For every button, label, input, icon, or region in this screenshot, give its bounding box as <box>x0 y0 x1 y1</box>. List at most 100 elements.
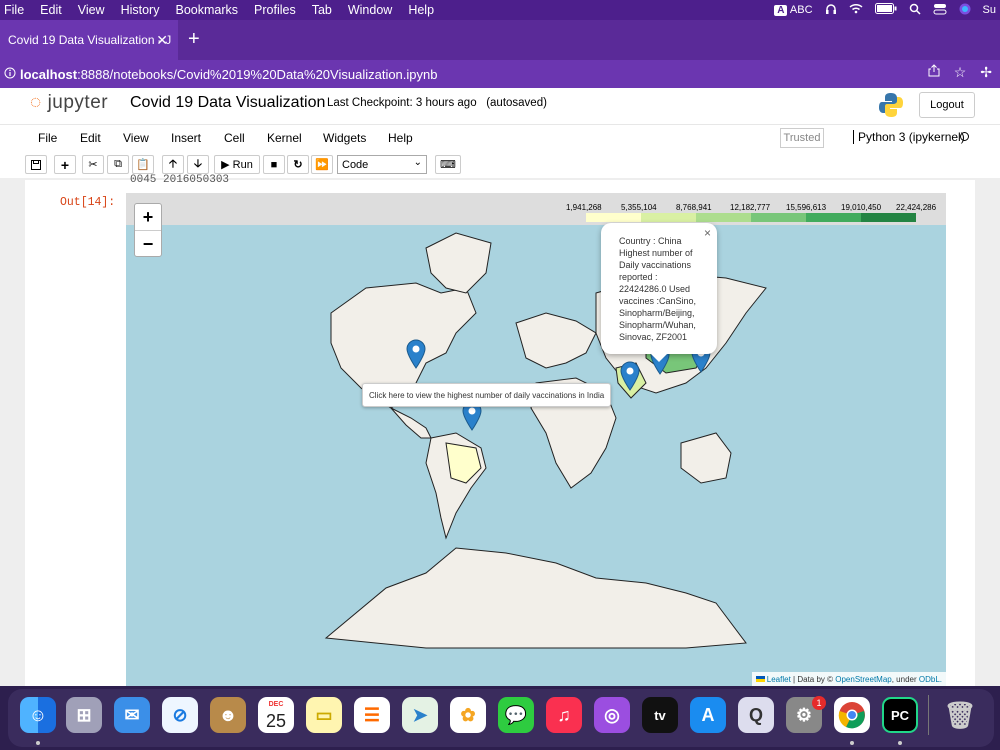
menu-history[interactable]: History <box>121 3 160 17</box>
pycharm-icon[interactable]: PC <box>882 697 918 733</box>
popup-line: vaccines :CanSino, <box>619 296 697 306</box>
paste-button[interactable]: 📋 <box>132 155 154 174</box>
popup-line: Sinopharm/Beijing, <box>619 308 695 318</box>
logout-button[interactable]: Logout <box>919 92 975 118</box>
jmenu-file[interactable]: File <box>38 131 57 145</box>
popup-line: Highest number of <box>619 248 693 258</box>
chevron-down-icon: ⌄ <box>413 157 422 168</box>
legend-swatch <box>861 213 916 222</box>
podcasts-icon[interactable]: ◎ <box>594 697 630 733</box>
stop-icon: ■ <box>270 158 278 171</box>
map-marker-usa[interactable] <box>406 339 426 369</box>
zoom-out-button[interactable]: − <box>135 230 161 257</box>
kernel-status-icon <box>960 132 969 141</box>
leaflet-link[interactable]: Leaflet <box>767 675 791 684</box>
trusted-indicator[interactable]: Trusted <box>780 128 824 148</box>
jupyter-logo-text: jupyter <box>47 92 109 113</box>
menu-view[interactable]: View <box>78 3 105 17</box>
jmenu-kernel[interactable]: Kernel <box>267 131 302 145</box>
running-indicator <box>36 741 40 745</box>
popup-line: Daily vaccinations <box>619 260 692 270</box>
jmenu-insert[interactable]: Insert <box>171 131 201 145</box>
running-indicator <box>850 741 854 745</box>
keyboard-icon: ⌨ <box>440 159 456 171</box>
extensions-icon[interactable]: ✢ <box>980 64 992 81</box>
launchpad-icon[interactable]: ⊞ <box>66 697 102 733</box>
cut-button[interactable]: ✂ <box>82 155 104 174</box>
attribution-text: , under <box>891 674 919 684</box>
site-info-icon[interactable] <box>4 67 16 82</box>
mail-icon[interactable]: ✉ <box>114 697 150 733</box>
notes-icon[interactable]: ▭ <box>306 697 342 733</box>
new-tab-icon[interactable]: + <box>188 28 200 51</box>
fast-forward-icon: ⏩ <box>315 159 329 171</box>
input-source-menu[interactable]: A ABC <box>774 4 813 16</box>
leaflet-map[interactable]: 1,941,268 5,355,104 8,768,941 12,182,777… <box>126 193 946 686</box>
legend-tick: 15,596,613 <box>786 203 827 212</box>
legend-tick: 22,424,286 <box>896 203 937 212</box>
popup-line: Country : China <box>619 236 682 246</box>
close-tab-icon[interactable]: ✕ <box>156 32 168 49</box>
zoom-in-button[interactable]: + <box>135 204 161 230</box>
map-marker-india[interactable] <box>620 361 640 391</box>
messages-icon[interactable]: 💬 <box>498 697 534 733</box>
control-center-icon[interactable] <box>933 3 947 18</box>
safari-icon[interactable]: ⊘ <box>162 697 198 733</box>
run-button[interactable]: ▶ Run <box>214 155 260 174</box>
jmenu-cell[interactable]: Cell <box>224 131 245 145</box>
music-icon[interactable]: ♫ <box>546 697 582 733</box>
autosave-text: (autosaved) <box>486 97 547 109</box>
menu-bookmarks[interactable]: Bookmarks <box>175 3 238 17</box>
photos-icon[interactable]: ✿ <box>450 697 486 733</box>
cell-type-select[interactable]: Code ⌄ <box>337 155 427 174</box>
jmenu-view[interactable]: View <box>123 131 149 145</box>
trash-icon[interactable]: 🗑 <box>942 697 978 733</box>
menu-window[interactable]: Window <box>348 3 392 17</box>
osm-link[interactable]: OpenStreetMap <box>835 675 891 684</box>
menu-file[interactable]: File <box>4 3 24 17</box>
browser-tab[interactable]: Covid 19 Data Visualization - J ✕ <box>0 20 178 60</box>
jupyter-logo[interactable]: ◌ jupyter <box>30 92 108 114</box>
siri-icon[interactable] <box>959 3 971 18</box>
save-button[interactable] <box>25 155 47 174</box>
contacts-icon[interactable]: ☻ <box>210 697 246 733</box>
menu-edit[interactable]: Edit <box>40 3 62 17</box>
jmenu-widgets[interactable]: Widgets <box>323 131 366 145</box>
quicktime-icon[interactable]: Q <box>738 697 774 733</box>
bookmark-star-icon[interactable]: ☆ <box>954 64 967 81</box>
battery-icon[interactable] <box>874 3 897 17</box>
chrome-icon[interactable] <box>834 697 870 733</box>
wifi-icon[interactable] <box>849 3 863 17</box>
app-store-icon[interactable]: A <box>690 697 726 733</box>
url-text[interactable]: localhost:8888/notebooks/Covid%2019%20Da… <box>20 67 437 82</box>
maps-icon[interactable]: ➤ <box>402 697 438 733</box>
dock-divider <box>928 695 929 735</box>
notebook-title[interactable]: Covid 19 Data Visualization <box>130 94 325 112</box>
copy-button[interactable]: ⧉ <box>107 155 129 174</box>
calendar-month: DEC <box>268 701 284 708</box>
jmenu-edit[interactable]: Edit <box>80 131 101 145</box>
calendar-icon[interactable]: DEC 25 <box>258 697 294 733</box>
command-palette-button[interactable]: ⌨ <box>435 155 461 174</box>
insert-cell-button[interactable]: + <box>54 155 76 174</box>
move-down-button[interactable]: 🡣 <box>187 155 209 174</box>
share-icon[interactable] <box>928 64 940 81</box>
address-bar[interactable]: localhost:8888/notebooks/Covid%2019%20Da… <box>0 60 1000 88</box>
move-up-button[interactable]: 🡡 <box>162 155 184 174</box>
notebook-cell-area: 0045 2016050303 Out[14]: 1,941,268 5,355… <box>25 174 975 686</box>
finder-icon[interactable]: ☺ <box>20 697 56 733</box>
menu-tab[interactable]: Tab <box>312 3 332 17</box>
restart-button[interactable]: ↻ <box>287 155 309 174</box>
headphones-icon[interactable] <box>825 3 837 18</box>
checkpoint-text: Last Checkpoint: 3 hours ago <box>327 97 477 109</box>
jmenu-help[interactable]: Help <box>388 131 413 145</box>
menu-help[interactable]: Help <box>408 3 434 17</box>
menu-profiles[interactable]: Profiles <box>254 3 296 17</box>
run-all-button[interactable]: ⏩ <box>311 155 333 174</box>
reminders-icon[interactable]: ☰ <box>354 697 390 733</box>
spotlight-search-icon[interactable] <box>909 3 921 18</box>
interrupt-button[interactable]: ■ <box>263 155 285 174</box>
odbl-link[interactable]: ODbL. <box>919 675 942 684</box>
close-popup-icon[interactable]: × <box>704 227 711 239</box>
apple-tv-icon[interactable]: tv <box>642 697 678 733</box>
